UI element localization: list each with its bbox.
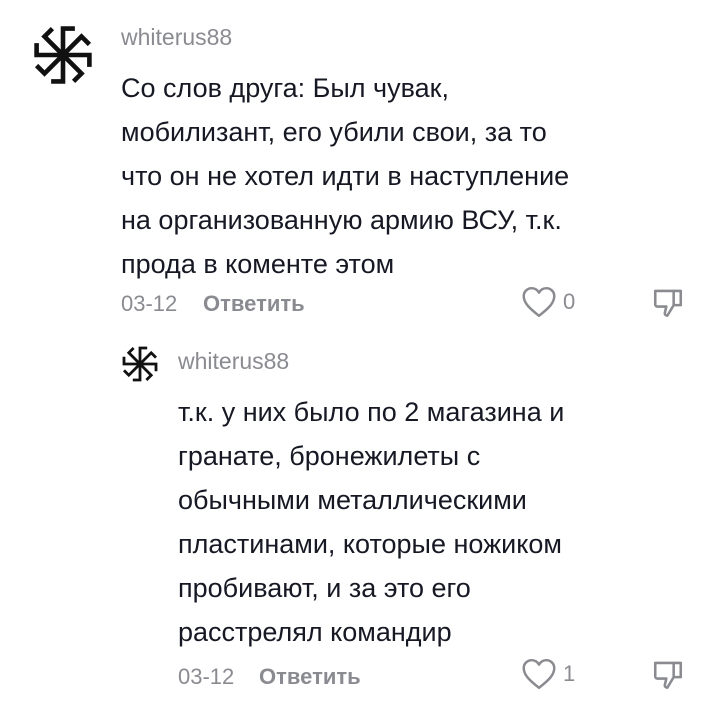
comment-text-line: мобилизант, его убили свои, за то bbox=[121, 117, 547, 147]
comment-text-line: пробивают, и за это его bbox=[178, 573, 471, 603]
avatar[interactable] bbox=[120, 344, 160, 384]
like-button[interactable]: 1 bbox=[521, 658, 575, 690]
reply-button[interactable]: Ответить bbox=[203, 291, 305, 317]
comment-text: Со слов друга: Был чувак, мобилизант, ег… bbox=[121, 66, 569, 286]
comment-username[interactable]: whiterus88 bbox=[121, 24, 232, 51]
comment-text-line: прода в коменте этом bbox=[121, 249, 395, 279]
avatar[interactable] bbox=[30, 22, 96, 88]
comment-text-line: гранате, бронежилеты с bbox=[178, 441, 481, 471]
thumbs-down-icon[interactable] bbox=[650, 286, 686, 320]
comment-text-line: расстрелял командир bbox=[178, 617, 452, 647]
comment-text-line: Со слов друга: Был чувак, bbox=[121, 73, 449, 103]
like-count: 0 bbox=[563, 289, 576, 314]
comment-text-line: обычными металлическими bbox=[178, 485, 527, 515]
comment-date: 03-12 bbox=[178, 664, 235, 689]
heart-outline-icon bbox=[522, 286, 556, 318]
reply-button[interactable]: Ответить bbox=[259, 664, 361, 690]
comment-text-line: т.к. у них было по 2 магазина и bbox=[178, 397, 565, 427]
reply-comment: whiterus88 т.к. у них было по 2 магазина… bbox=[0, 330, 720, 707]
comment-text-line: что он не хотел идти в наступление bbox=[121, 161, 570, 191]
heart-outline-icon bbox=[522, 658, 556, 690]
comment-text-line: на организованную армию ВСУ, т.к. bbox=[121, 205, 562, 235]
thumbs-down-icon[interactable] bbox=[650, 658, 686, 692]
like-count: 1 bbox=[563, 661, 576, 686]
like-button[interactable]: 0 bbox=[521, 286, 575, 318]
comment-text: т.к. у них было по 2 магазина и гранате,… bbox=[178, 390, 564, 654]
comment-date: 03-12 bbox=[121, 291, 178, 316]
comment-username[interactable]: whiterus88 bbox=[178, 348, 289, 375]
comment-text-line: пластинами, которые ножиком bbox=[178, 529, 562, 559]
comment: whiterus88 Со слов друга: Был чувак, моб… bbox=[0, 0, 720, 330]
